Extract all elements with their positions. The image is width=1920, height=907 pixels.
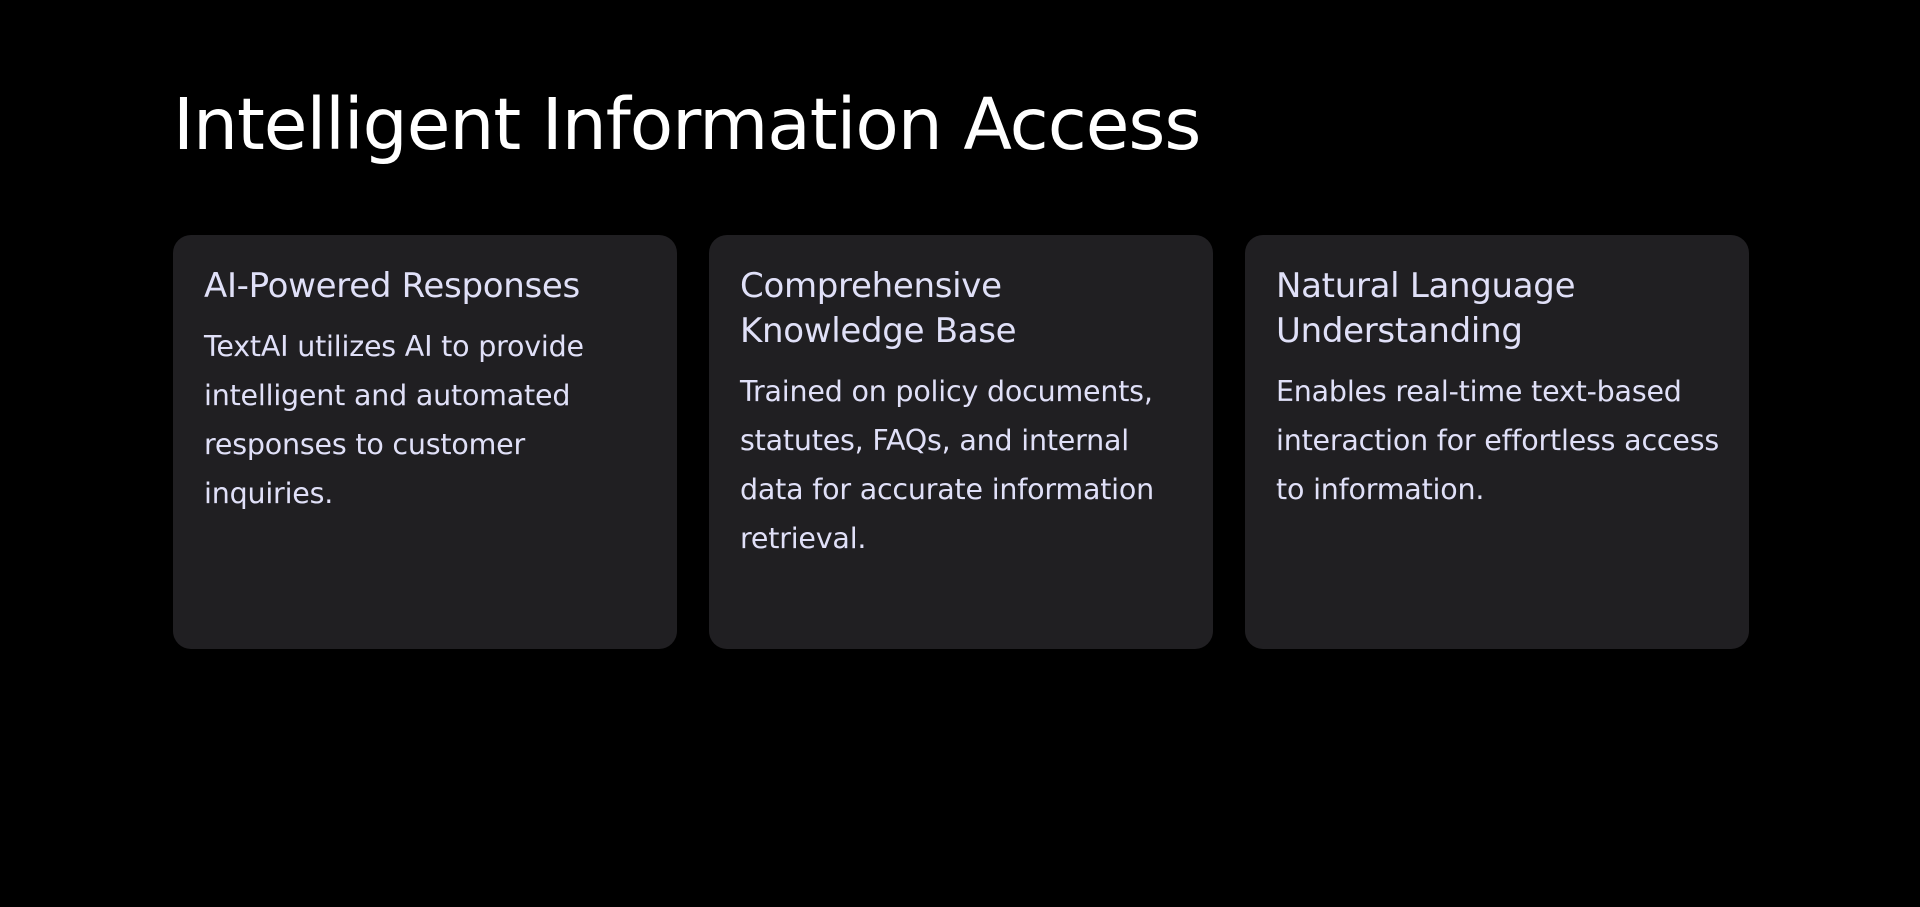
feature-cards: AI-Powered Responses TextAI utilizes AI …	[173, 235, 1749, 649]
card-description: TextAI utilizes AI to provide intelligen…	[204, 330, 584, 510]
card-title: AI-Powered Responses	[204, 266, 580, 306]
card-description: Enables real-time text-based interaction…	[1276, 375, 1720, 506]
feature-card-ai-powered-responses: AI-Powered Responses TextAI utilizes AI …	[173, 235, 677, 649]
page-title: Intelligent Information Access	[173, 83, 1201, 166]
slide: Intelligent Information Access AI-Powere…	[0, 0, 1920, 907]
card-description: Trained on policy documents, statutes, F…	[740, 375, 1155, 555]
card-title: Comprehensive Knowledge Base	[740, 266, 1017, 351]
card-title: Natural Language Understanding	[1276, 266, 1576, 351]
feature-card-natural-language: Natural Language Understanding Enables r…	[1245, 235, 1749, 649]
feature-card-knowledge-base: Comprehensive Knowledge Base Trained on …	[709, 235, 1213, 649]
